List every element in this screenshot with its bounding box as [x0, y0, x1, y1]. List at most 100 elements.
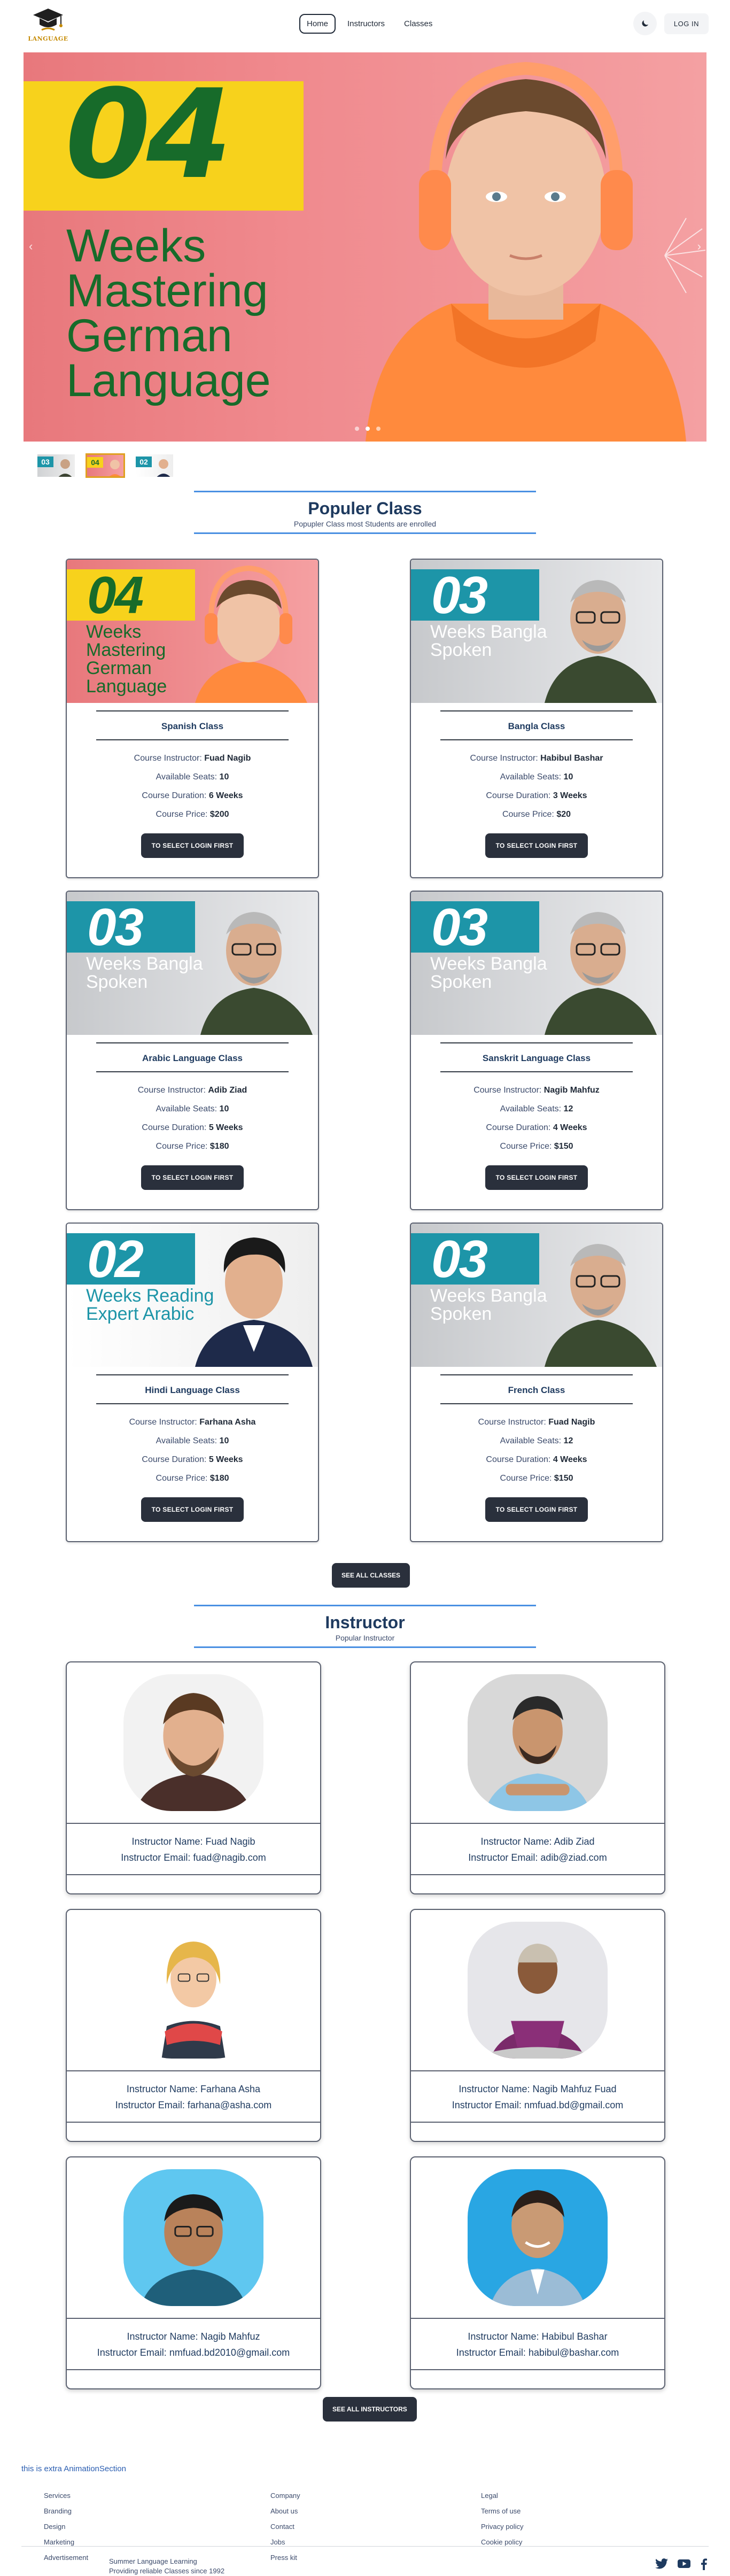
footer-heading: Company: [270, 2492, 300, 2500]
login-button[interactable]: LOG IN: [664, 13, 709, 34]
footer-link[interactable]: About us: [270, 2503, 300, 2519]
instructor-photo: [468, 2169, 608, 2306]
instructor-photo: [468, 1922, 608, 2059]
class-instructor-row: Course Instructor: Habibul Bashar: [440, 749, 633, 768]
see-all-instructors-button[interactable]: SEE ALL INSTRUCTORS: [323, 2397, 417, 2422]
site-logo[interactable]: LANGUAGE: [21, 3, 75, 45]
instructor-email-row: Instructor Email: nmfuad.bd2010@gmail.co…: [67, 2345, 320, 2361]
heading-divider: [194, 532, 536, 534]
class-seats-row: Available Seats: 10: [440, 768, 633, 786]
select-class-button[interactable]: TO SELECT LOGIN FIRST: [485, 833, 588, 858]
select-class-button[interactable]: TO SELECT LOGIN FIRST: [141, 1497, 244, 1522]
footer-link[interactable]: Press kit: [270, 2550, 300, 2565]
card-divider: [67, 2369, 320, 2370]
footer-link[interactable]: Terms of use: [481, 2503, 523, 2519]
hero-dot[interactable]: [355, 427, 359, 431]
thumbnail-active[interactable]: 04: [86, 453, 125, 478]
class-instructor-photo: [200, 912, 313, 1035]
hero-dot-active[interactable]: [366, 427, 370, 431]
class-instructor: Adib Ziad: [208, 1086, 247, 1095]
instructor-email-row: Instructor Email: farhana@asha.com: [67, 2097, 320, 2113]
instructor-card: Instructor Name: Habibul Bashar Instructo…: [410, 2156, 665, 2389]
moon-icon: [642, 20, 648, 27]
label: Course Instructor:: [478, 1418, 546, 1427]
nav-link-classes[interactable]: Classes: [397, 14, 440, 34]
label: Course Duration:: [486, 1123, 551, 1132]
footer-link[interactable]: Design: [44, 2519, 88, 2534]
class-price: $180: [209, 1142, 229, 1151]
class-duration: 4 Weeks: [553, 1455, 587, 1464]
class-price-row: Course Price: $180: [96, 1137, 289, 1156]
footer-link[interactable]: Branding: [44, 2503, 88, 2519]
card-divider: [67, 1823, 320, 1824]
label: Available Seats:: [500, 772, 562, 782]
footer-link[interactable]: Cookie policy: [481, 2534, 523, 2550]
select-class-button[interactable]: TO SELECT LOGIN FIRST: [141, 833, 244, 858]
class-instructor: Fuad Nagib: [548, 1418, 595, 1427]
twitter-icon[interactable]: [655, 2558, 668, 2569]
instructor-email-row: Instructor Email: fuad@nagib.com: [67, 1850, 320, 1866]
see-all-classes-button[interactable]: SEE ALL CLASSES: [332, 1563, 410, 1588]
card-divider: [96, 1042, 289, 1043]
class-seats-row: Available Seats: 10: [96, 1100, 289, 1118]
label: Course Instructor:: [137, 1086, 206, 1095]
select-class-button[interactable]: TO SELECT LOGIN FIRST: [485, 1497, 588, 1522]
class-seats-row: Available Seats: 12: [440, 1432, 633, 1450]
select-class-button[interactable]: TO SELECT LOGIN FIRST: [141, 1165, 244, 1190]
footer-brand: Summer Language Learning Providing relia…: [109, 2557, 224, 2576]
instructor-card: Instructor Name: Fuad Nagib Instructor Em…: [66, 1661, 321, 1894]
section-subtitle: Popular Instructor: [335, 1634, 395, 1642]
class-instructor: Fuad Nagib: [204, 754, 251, 763]
label: Instructor Name:: [126, 2084, 198, 2094]
thumbnail[interactable]: 02: [135, 453, 174, 478]
footer-legal: Legal Terms of use Privacy policy Cookie…: [481, 2488, 523, 2550]
nav-link-instructors[interactable]: Instructors: [340, 14, 392, 34]
instructor-info: Instructor Name: Nagib Mahfuz Instructor …: [67, 2329, 320, 2361]
card-divider: [440, 1042, 633, 1043]
card-divider: [411, 2122, 664, 2123]
class-seats: 10: [563, 772, 573, 782]
thumbnail[interactable]: 03: [36, 453, 76, 478]
youtube-icon[interactable]: [678, 2558, 690, 2569]
instructor-avatar-image: [485, 1696, 591, 1811]
class-details: Course Instructor: Adib Ziad Available Se…: [96, 1071, 289, 1190]
instructor-email-row: Instructor Email: habibul@bashar.com: [411, 2345, 664, 2361]
instructor-email: nmfuad.bd@gmail.com: [524, 2100, 624, 2110]
hero-next-arrow[interactable]: ›: [697, 239, 701, 253]
label: Course Duration:: [142, 1455, 207, 1464]
navbar: LANGUAGE Home Instructors Classes LOG IN: [0, 0, 730, 48]
theme-toggle-button[interactable]: [633, 12, 657, 35]
footer-link[interactable]: Advertisement: [44, 2550, 88, 2565]
class-duration: 3 Weeks: [553, 791, 587, 800]
footer-link[interactable]: Marketing: [44, 2534, 88, 2550]
instructor-email: adib@ziad.com: [540, 1852, 607, 1863]
hero-title: Weeks Mastering German Language: [66, 220, 271, 406]
instructor-info: Instructor Name: Adib Ziad Instructor Ema…: [411, 1834, 664, 1866]
footer-link[interactable]: Contact: [270, 2519, 300, 2534]
instructor-name-row: Instructor Name: Habibul Bashar: [411, 2329, 664, 2345]
class-price-row: Course Price: $180: [96, 1469, 289, 1488]
class-instructor-photo: [545, 580, 657, 703]
instructor-card: Instructor Name: Adib Ziad Instructor Ema…: [410, 1661, 665, 1894]
class-name: Arabic Language Class: [142, 1053, 243, 1063]
hero-prev-arrow[interactable]: ‹: [29, 239, 33, 253]
instructor-heading: Instructor Popular Instructor: [0, 1605, 730, 1648]
label: Course Price:: [502, 810, 554, 819]
class-image: 03 Weeks Bangla Spoken: [411, 1224, 662, 1367]
class-name: French Class: [508, 1385, 565, 1395]
select-class-button[interactable]: TO SELECT LOGIN FIRST: [485, 1165, 588, 1190]
footer-link[interactable]: Jobs: [270, 2534, 300, 2550]
instructor-name: Adib Ziad: [554, 1836, 595, 1847]
class-instructor-photo: [195, 565, 307, 703]
instructor-photo: [123, 1922, 263, 2059]
instructor-email: nmfuad.bd2010@gmail.com: [169, 2347, 290, 2358]
hero-dot[interactable]: [376, 427, 380, 431]
facebook-icon[interactable]: [700, 2558, 708, 2570]
label: Instructor Name:: [127, 2331, 198, 2342]
footer-link[interactable]: Privacy policy: [481, 2519, 523, 2534]
class-duration-row: Course Duration: 3 Weeks: [440, 786, 633, 805]
class-duration: 5 Weeks: [208, 1455, 243, 1464]
section-title: Instructor: [325, 1613, 405, 1632]
label: Course Price:: [156, 1142, 208, 1151]
nav-link-home[interactable]: Home: [299, 14, 336, 34]
